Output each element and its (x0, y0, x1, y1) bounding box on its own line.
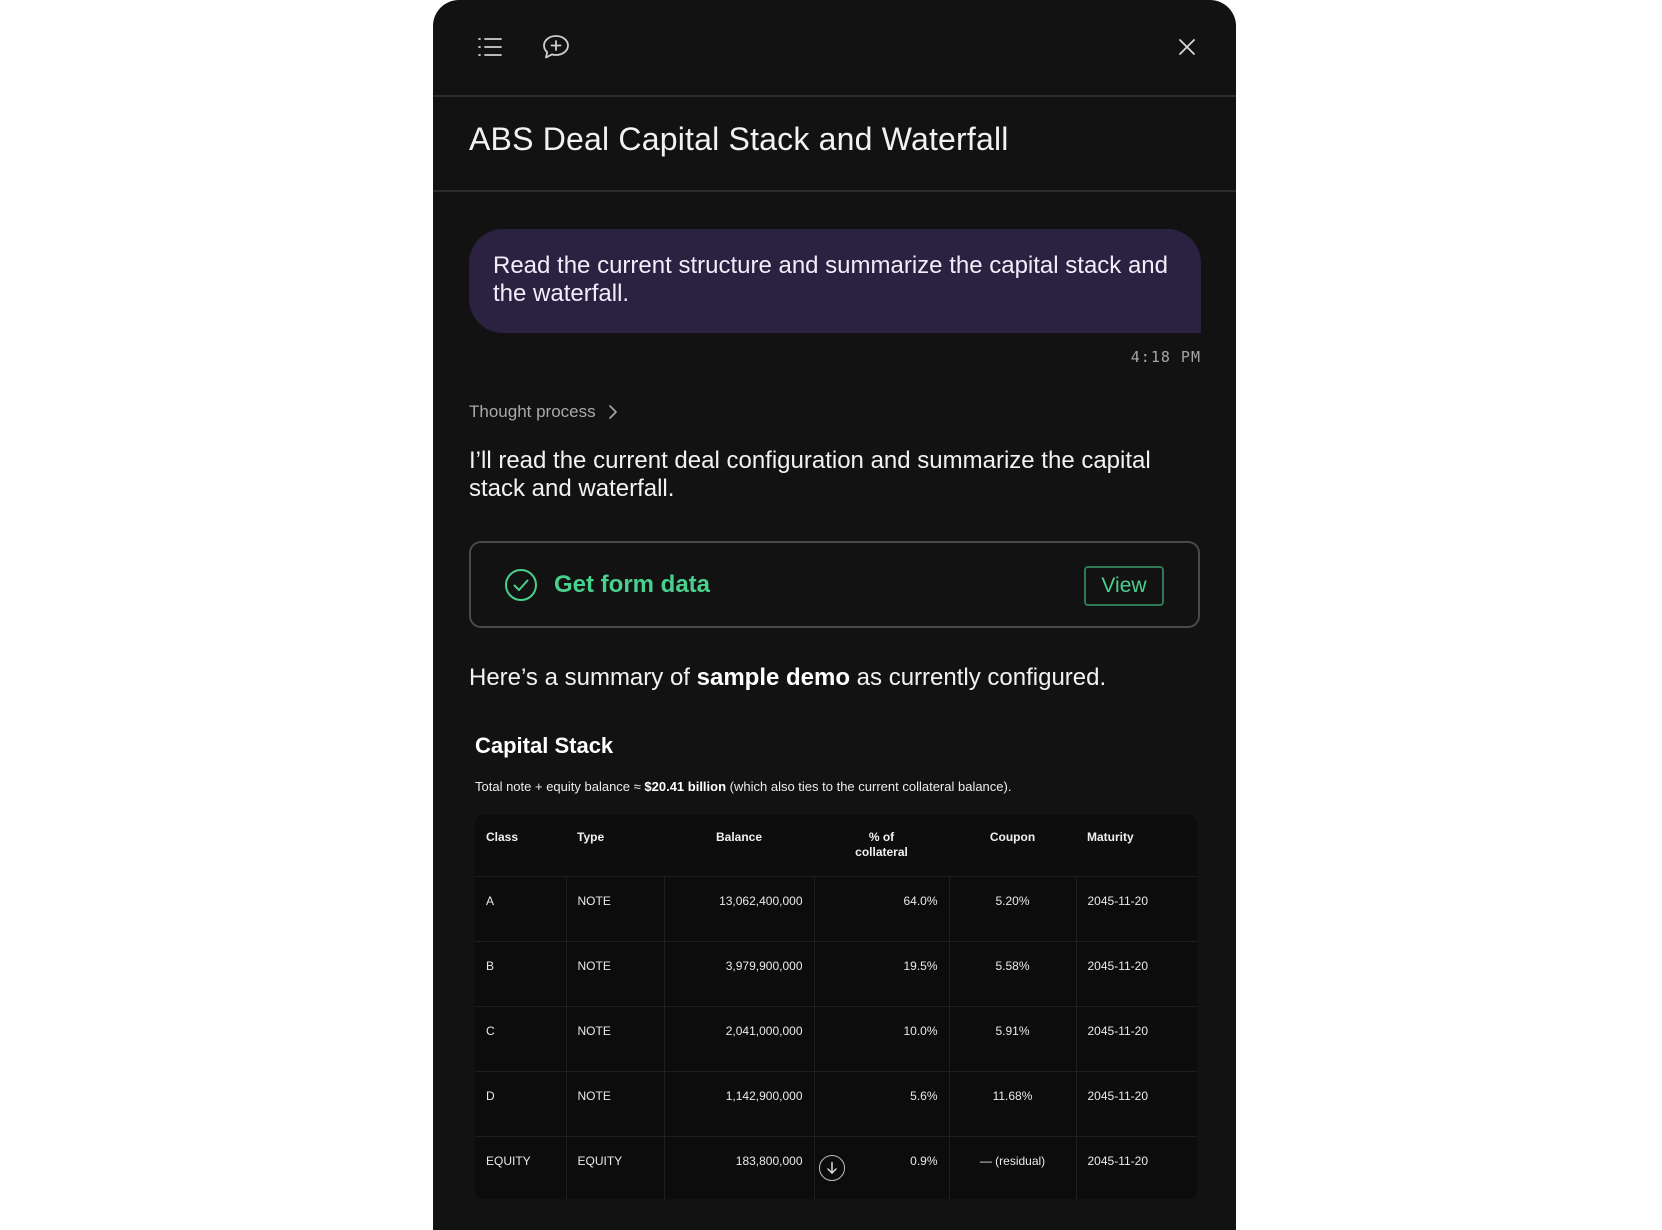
user-message-bubble: Read the current structure and summarize… (469, 229, 1201, 333)
new-chat-icon[interactable] (536, 27, 576, 67)
column-header: Class (486, 830, 519, 844)
list-icon[interactable] (470, 27, 510, 67)
thought-process-toggle[interactable]: Thought process (469, 402, 618, 422)
cell-maturity: 2045-11-20 (1075, 1071, 1197, 1136)
cell-pct-value: 0.9% (910, 1153, 938, 1168)
column-header: Type (577, 830, 605, 844)
cell-pct: 5.6% (813, 1071, 949, 1136)
capital-stack-note: Total note + equity balance ≈ $20.41 bil… (475, 779, 1011, 794)
note-suffix: (which also ties to the current collater… (726, 779, 1012, 794)
note-prefix: Total note + equity balance ≈ (475, 779, 645, 794)
cell-class: D (486, 1088, 495, 1103)
cell-maturity: 2045-11-20 (1075, 1136, 1197, 1199)
user-message-text: Read the current structure and summarize… (493, 252, 1168, 307)
column-header: Maturity (1087, 830, 1134, 844)
table-row: EQUITY EQUITY 183,800,000 0.9% — (residu… (475, 1136, 1197, 1199)
table-row: B NOTE 3,979,900,000 19.5% 5.58% 2045-11… (475, 941, 1197, 1006)
cell-balance: 13,062,400,000 (663, 876, 814, 941)
deal-name: sample demo (696, 664, 851, 691)
title-bar: ABS Deal Capital Stack and Waterfall (433, 97, 1236, 192)
column-header: Coupon (989, 830, 1036, 844)
cell-pct: 19.5% (813, 941, 949, 1006)
cell-type: NOTE (565, 1006, 664, 1071)
cell-pct: 10.0% (813, 1006, 949, 1071)
cell-balance: 3,979,900,000 (663, 941, 814, 1006)
column-header: % of collateral (855, 830, 908, 859)
cell-coupon: 5.58% (948, 941, 1076, 1006)
table-row: A NOTE 13,062,400,000 64.0% 5.20% 2045-1… (475, 876, 1197, 941)
cell-class: C (486, 1023, 495, 1038)
column-header: Balance (715, 830, 763, 844)
cell-class: A (486, 893, 495, 908)
close-icon[interactable] (1167, 27, 1207, 67)
tool-call-card: Get form data View (469, 541, 1200, 628)
assistant-intro-text: I’ll read the current deal configuration… (469, 447, 1151, 502)
cell-maturity: 2045-11-20 (1075, 941, 1197, 1006)
cell-coupon: — (residual) (948, 1136, 1076, 1199)
cell-type: EQUITY (565, 1136, 664, 1199)
table-header-row: Class Type Balance % of collateral Coupo… (475, 815, 1197, 876)
capital-stack-table-wrapper: Class Type Balance % of collateral Coupo… (475, 815, 1197, 1199)
cell-class: B (486, 958, 495, 973)
table-row: C NOTE 2,041,000,000 10.0% 5.91% 2045-11… (475, 1006, 1197, 1071)
note-total: $20.41 billion (644, 779, 727, 794)
message-timestamp: 4:18 PM (1130, 348, 1201, 366)
scroll-down-icon[interactable] (818, 1154, 845, 1181)
summary-prefix: Here’s a summary of (469, 664, 697, 691)
view-button[interactable]: View (1084, 566, 1164, 606)
capital-stack-table: Class Type Balance % of collateral Coupo… (475, 815, 1197, 1199)
table-row: D NOTE 1,142,900,000 5.6% 11.68% 2045-11… (475, 1071, 1197, 1136)
cell-balance: 1,142,900,000 (663, 1071, 814, 1136)
cell-maturity: 2045-11-20 (1075, 1006, 1197, 1071)
top-bar (433, 0, 1236, 97)
summary-suffix: as currently configured. (850, 664, 1107, 691)
thought-process-label: Thought process (469, 402, 596, 421)
conversation-title: ABS Deal Capital Stack and Waterfall (469, 121, 1009, 157)
cell-maturity: 2045-11-20 (1075, 876, 1197, 941)
chat-panel: ABS Deal Capital Stack and Waterfall Rea… (433, 0, 1236, 1230)
cell-pct: 64.0% (813, 876, 949, 941)
cell-balance: 183,800,000 (663, 1136, 814, 1199)
cell-type: NOTE (565, 1071, 664, 1136)
summary-text: Here’s a summary of sample demo as curre… (469, 664, 1106, 692)
cell-coupon: 11.68% (948, 1071, 1076, 1136)
cell-type: NOTE (565, 876, 664, 941)
cell-balance: 2,041,000,000 (663, 1006, 814, 1071)
chevron-right-icon (608, 405, 617, 419)
cell-class: EQUITY (486, 1153, 531, 1168)
tool-call-label: Get form data (554, 571, 711, 598)
cell-type: NOTE (565, 941, 664, 1006)
capital-stack-heading: Capital Stack (475, 733, 614, 758)
cell-pct: 0.9% (813, 1136, 949, 1199)
cell-coupon: 5.20% (948, 876, 1076, 941)
cell-coupon: 5.91% (948, 1006, 1076, 1071)
check-circle-icon (504, 568, 538, 607)
